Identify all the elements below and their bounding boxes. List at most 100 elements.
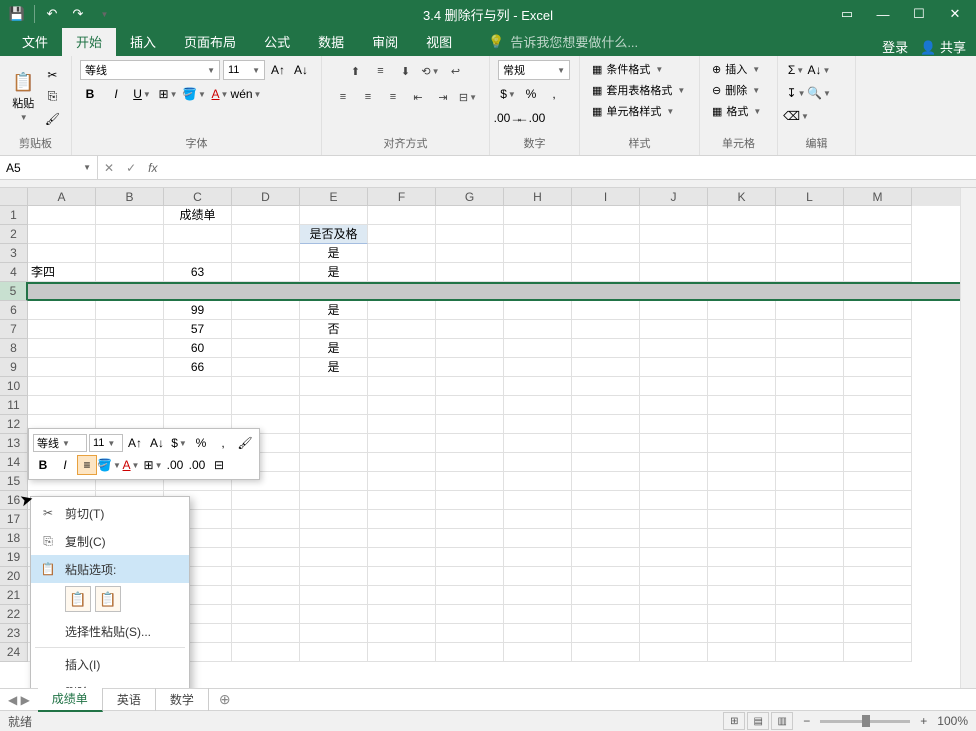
cell-L15[interactable] <box>776 472 844 491</box>
row-header-7[interactable]: 7 <box>0 320 28 339</box>
cell-F6[interactable] <box>368 301 436 320</box>
cell-H21[interactable] <box>504 586 572 605</box>
cell-D21[interactable] <box>232 586 300 605</box>
col-header-B[interactable]: B <box>96 188 164 206</box>
col-header-M[interactable]: M <box>844 188 912 206</box>
cell-I7[interactable] <box>572 320 640 339</box>
cell-E12[interactable] <box>300 415 368 434</box>
cell-F1[interactable] <box>368 206 436 225</box>
cell-H14[interactable] <box>504 453 572 472</box>
mini-increase-decimal-icon[interactable]: .00 <box>165 455 185 475</box>
decrease-font-icon[interactable]: A↓ <box>291 60 311 80</box>
cell-K18[interactable] <box>708 529 776 548</box>
cell-H1[interactable] <box>504 206 572 225</box>
cell-E14[interactable] <box>300 453 368 472</box>
cell-K10[interactable] <box>708 377 776 396</box>
align-right-icon[interactable]: ≡ <box>382 86 404 108</box>
bold-icon[interactable]: B <box>80 84 100 104</box>
cell-M8[interactable] <box>844 339 912 358</box>
cell-D7[interactable] <box>232 320 300 339</box>
cm-paste-special[interactable]: 选择性粘贴(S)... <box>31 617 189 645</box>
sheet-nav[interactable]: ◀ ▶ <box>0 693 38 707</box>
cell-E1[interactable] <box>300 206 368 225</box>
cell-F4[interactable] <box>368 263 436 282</box>
cell-L10[interactable] <box>776 377 844 396</box>
cell-I18[interactable] <box>572 529 640 548</box>
row-header-20[interactable]: 20 <box>0 567 28 586</box>
col-header-H[interactable]: H <box>504 188 572 206</box>
col-header-C[interactable]: C <box>164 188 232 206</box>
wrap-text-icon[interactable]: ↩ <box>445 60 467 82</box>
cell-A8[interactable] <box>28 339 96 358</box>
cell-A3[interactable] <box>28 244 96 263</box>
cell-G23[interactable] <box>436 624 504 643</box>
cell-E9[interactable]: 是 <box>300 358 368 377</box>
row-header-11[interactable]: 11 <box>0 396 28 415</box>
cell-L8[interactable] <box>776 339 844 358</box>
cell-A6[interactable] <box>28 301 96 320</box>
cell-E10[interactable] <box>300 377 368 396</box>
cell-F17[interactable] <box>368 510 436 529</box>
tab-view[interactable]: 视图 <box>412 27 466 56</box>
cell-K23[interactable] <box>708 624 776 643</box>
row-header-22[interactable]: 22 <box>0 605 28 624</box>
cell-H12[interactable] <box>504 415 572 434</box>
col-header-I[interactable]: I <box>572 188 640 206</box>
mini-border-icon[interactable]: ⊞▼ <box>143 455 163 475</box>
enter-formula-icon[interactable]: ✓ <box>126 161 136 175</box>
cell-G3[interactable] <box>436 244 504 263</box>
cell-H20[interactable] <box>504 567 572 586</box>
row-header-2[interactable]: 2 <box>0 225 28 244</box>
cell-M13[interactable] <box>844 434 912 453</box>
cell-H13[interactable] <box>504 434 572 453</box>
cell-D20[interactable] <box>232 567 300 586</box>
share-button[interactable]: 👤 共享 <box>920 37 966 56</box>
cell-L21[interactable] <box>776 586 844 605</box>
col-header-F[interactable]: F <box>368 188 436 206</box>
row-header-23[interactable]: 23 <box>0 624 28 643</box>
cell-M20[interactable] <box>844 567 912 586</box>
cell-B10[interactable] <box>96 377 164 396</box>
cell-D11[interactable] <box>232 396 300 415</box>
mini-currency-icon[interactable]: $▼ <box>169 433 189 453</box>
cell-K12[interactable] <box>708 415 776 434</box>
row-header-4[interactable]: 4 <box>0 263 28 282</box>
mini-italic-icon[interactable]: I <box>55 455 75 475</box>
zoom-out-icon[interactable]: − <box>803 714 810 728</box>
cell-I17[interactable] <box>572 510 640 529</box>
cell-D19[interactable] <box>232 548 300 567</box>
mini-align-center-icon[interactable]: ≡ <box>77 455 97 475</box>
cell-F12[interactable] <box>368 415 436 434</box>
minimize-icon[interactable]: — <box>868 2 898 26</box>
mini-decrease-decimal-icon[interactable]: .00 <box>187 455 207 475</box>
cell-B1[interactable] <box>96 206 164 225</box>
cell-K24[interactable] <box>708 643 776 662</box>
cell-M15[interactable] <box>844 472 912 491</box>
cell-I11[interactable] <box>572 396 640 415</box>
cell-K8[interactable] <box>708 339 776 358</box>
cell-J21[interactable] <box>640 586 708 605</box>
cell-M10[interactable] <box>844 377 912 396</box>
cell-F14[interactable] <box>368 453 436 472</box>
col-header-L[interactable]: L <box>776 188 844 206</box>
cell-K9[interactable] <box>708 358 776 377</box>
cell-K7[interactable] <box>708 320 776 339</box>
align-top-icon[interactable]: ⬆ <box>345 60 367 82</box>
cell-C1[interactable]: 成绩单 <box>164 206 232 225</box>
cell-B11[interactable] <box>96 396 164 415</box>
cell-M21[interactable] <box>844 586 912 605</box>
cell-styles-button[interactable]: ▦ 单元格样式▼ <box>588 102 691 120</box>
cell-M11[interactable] <box>844 396 912 415</box>
mini-decrease-font-icon[interactable]: A↓ <box>147 433 167 453</box>
cell-I21[interactable] <box>572 586 640 605</box>
cell-H8[interactable] <box>504 339 572 358</box>
cell-M17[interactable] <box>844 510 912 529</box>
cell-J22[interactable] <box>640 605 708 624</box>
undo-icon[interactable]: ↶ <box>41 3 63 25</box>
cell-L19[interactable] <box>776 548 844 567</box>
cell-E7[interactable]: 否 <box>300 320 368 339</box>
font-name-select[interactable]: 等线▼ <box>80 60 220 80</box>
row-header-19[interactable]: 19 <box>0 548 28 567</box>
cell-L1[interactable] <box>776 206 844 225</box>
cancel-formula-icon[interactable]: ✕ <box>104 161 114 175</box>
